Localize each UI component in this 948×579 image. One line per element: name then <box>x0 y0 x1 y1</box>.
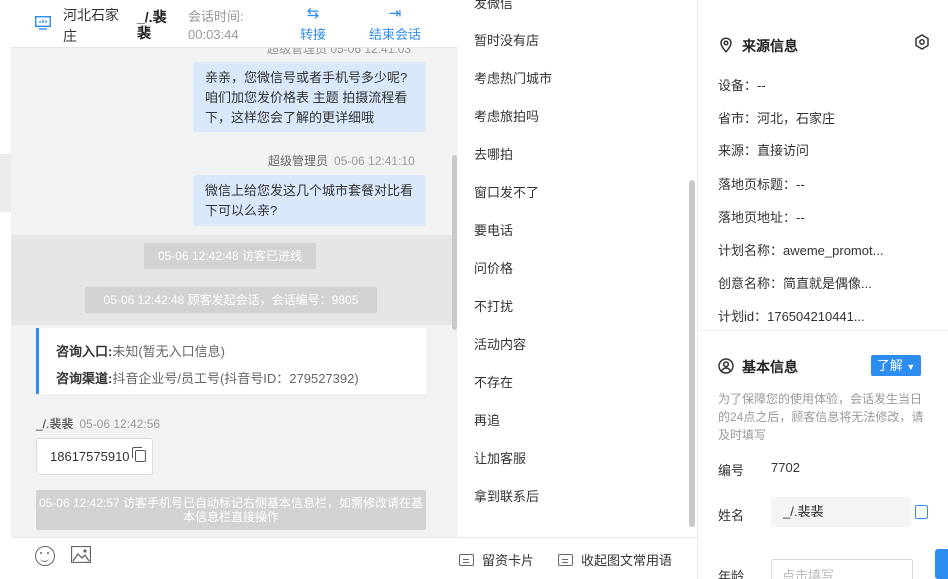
phrase-item[interactable]: 考虑旅拍吗 <box>474 106 539 125</box>
agent-name: 超级管理员 <box>268 154 329 168</box>
location-pin-icon <box>720 37 732 53</box>
end-session-label: 结束会话 <box>368 27 421 42</box>
age-input[interactable] <box>771 559 913 579</box>
common-phrases-panel: 发微信 暂时没有店 考虑热门城市 考虑旅拍吗 去哪拍 窗口发不了 要电话 问价格… <box>457 0 698 579</box>
copy-name-icon[interactable] <box>915 505 928 519</box>
system-visitor-entered: 05-06 12:42:48 访客已进线 <box>144 243 316 269</box>
system-phone-marked: 05-06 12:42:57 访客手机号已自动标记右侧基本信息栏，如需修改请在基… <box>36 490 426 530</box>
agent-message-meta: 超级管理员 05-06 12:41:10 <box>268 152 415 169</box>
plan-name: 计划名称：aweme_promot... <box>718 243 884 258</box>
source-info-title-text: 来源信息 <box>742 38 798 54</box>
session-time-label: 会话时间: <box>188 9 244 24</box>
image-icon[interactable] <box>71 546 91 563</box>
consult-channel-label: 咨询渠道: <box>56 371 113 386</box>
source-province: 省市：河北，石家庄 <box>718 111 836 126</box>
landing-page-title: 落地页标题：-- <box>718 177 805 192</box>
visitor-location: 河北石家庄 <box>63 7 119 44</box>
visitor-name: _/.裴裴 <box>137 9 167 41</box>
consult-entry-value: 未知(暂无入口信息) <box>112 344 226 359</box>
end-session-button[interactable]: ⇥ 结束会话 <box>363 4 427 43</box>
phrase-item[interactable]: 去哪拍 <box>474 144 513 163</box>
transfer-label: 转接 <box>299 27 326 42</box>
caret-down-icon: ▼ <box>906 362 916 372</box>
collapse-phrases-label: 收起图文常用语 <box>581 553 673 568</box>
visitor-message-meta: _/.裴裴 05-06 12:42:56 <box>36 415 160 432</box>
side-float-tab[interactable] <box>935 549 948 579</box>
phrase-item[interactable]: 暂时没有店 <box>474 30 539 49</box>
edit-deadline-note: 为了保障您的使用体验，会话发生当日的24点之后，顾客信息将无法修改，请及时填写 <box>718 392 924 442</box>
chat-panel: 超级管理员 05-06 12:41:03 亲亲，您微信号或者手机号多少呢?咱们加… <box>11 0 457 579</box>
phrase-item[interactable]: 要电话 <box>474 220 513 239</box>
age-label: 年龄 <box>718 569 745 579</box>
phrase-item[interactable]: 不打扰 <box>474 296 513 315</box>
consult-channel-value: 抖音企业号/员工号(抖音号ID：279527392) <box>112 371 359 386</box>
understand-label: 了解 <box>876 358 903 373</box>
visitor-phone-number: 18617575910 <box>50 449 130 464</box>
agent-message-time: 05-06 12:41:10 <box>334 154 415 168</box>
lead-card-label: 留资卡片 <box>482 553 535 568</box>
card-icon <box>459 554 474 566</box>
visitor-sender: _/.裴裴 <box>36 417 74 431</box>
visitor-phone-message: 18617575910 <box>36 438 153 475</box>
phrase-item[interactable]: 让加客服 <box>474 448 526 467</box>
phrases-footer: 留资卡片 收起图文常用语 <box>457 537 697 579</box>
emoji-icon[interactable] <box>35 546 55 566</box>
name-label: 姓名 <box>718 508 745 523</box>
consult-entry-row: 咨询入口:未知(暂无入口信息) <box>56 338 426 365</box>
left-edge-strip <box>0 0 11 579</box>
system-session-started: 05-06 12:42:48 顾客发起会话，会话编号：9805 <box>85 287 377 313</box>
basic-info-title: 基本信息 <box>718 357 798 377</box>
left-edge-highlight <box>0 154 11 212</box>
chat-input-toolbar <box>11 537 457 579</box>
phrase-item[interactable]: 考虑热门城市 <box>474 68 552 87</box>
chat-header: 河北石家庄 _/.裴裴 会话时间: 00:03:44 ⇆ 转接 ⇥ 结束会话 <box>11 0 457 48</box>
phrase-item[interactable]: 再追 <box>474 410 500 429</box>
phrase-item[interactable]: 窗口发不了 <box>474 182 539 201</box>
agent-message-bubble: 微信上给您发这几个城市套餐对比看下可以么亲? <box>193 175 426 226</box>
phrase-item[interactable]: 问价格 <box>474 258 513 277</box>
collapse-phrases-button[interactable]: 收起图文常用语 <box>558 550 672 569</box>
source-device: 设备：-- <box>718 78 766 93</box>
phrase-item[interactable]: 发微信 <box>474 0 513 12</box>
phrase-item[interactable]: 不存在 <box>474 372 513 391</box>
consult-info-card: 咨询入口:未知(暂无入口信息) 咨询渠道:抖音企业号/员工号(抖音号ID：279… <box>36 328 426 394</box>
user-icon <box>718 358 734 374</box>
consult-channel-row: 咨询渠道:抖音企业号/员工号(抖音号ID：279527392) <box>56 365 426 392</box>
plan-id: 计划id：176504210441... <box>718 309 865 324</box>
consult-entry-label: 咨询入口: <box>56 344 113 359</box>
phrase-item[interactable]: 活动内容 <box>474 334 526 353</box>
visitor-info-panel: 来源信息 设备：-- 省市：河北，石家庄 来源：直接访问 落地页标题：-- 落地… <box>699 0 948 579</box>
copy-icon[interactable] <box>132 447 146 462</box>
name-field[interactable]: _/.裴裴 <box>771 497 911 527</box>
monitor-icon <box>35 16 51 30</box>
section-divider <box>699 330 948 331</box>
exit-icon: ⇥ <box>388 5 402 22</box>
number-label: 编号 <box>718 463 745 478</box>
landing-page-url: 落地页地址：-- <box>718 210 805 225</box>
basic-info-title-text: 基本信息 <box>742 359 798 375</box>
creative-name: 创意名称：简直就是偶像... <box>718 276 872 291</box>
phrase-item[interactable]: 拿到联系后 <box>474 486 539 505</box>
source-channel: 来源：直接访问 <box>718 143 810 158</box>
transfer-button[interactable]: ⇆ 转接 <box>293 4 333 43</box>
source-info-title: 来源信息 <box>718 36 798 56</box>
lead-card-button[interactable]: 留资卡片 <box>459 550 534 569</box>
understand-dropdown-button[interactable]: 了解 ▼ <box>871 355 921 376</box>
number-value: 7702 <box>771 460 800 475</box>
transfer-icon: ⇆ <box>306 5 320 22</box>
session-time: 00:03:44 <box>188 27 239 42</box>
phrases-scrollbar[interactable] <box>689 180 695 527</box>
settings-icon[interactable] <box>914 34 930 50</box>
message-icon <box>558 554 573 566</box>
visitor-message-time: 05-06 12:42:56 <box>79 417 161 431</box>
agent-message-bubble: 亲亲，您微信号或者手机号多少呢?咱们加您发价格表 主题 拍摄流程看下，这样您会了… <box>193 62 426 132</box>
